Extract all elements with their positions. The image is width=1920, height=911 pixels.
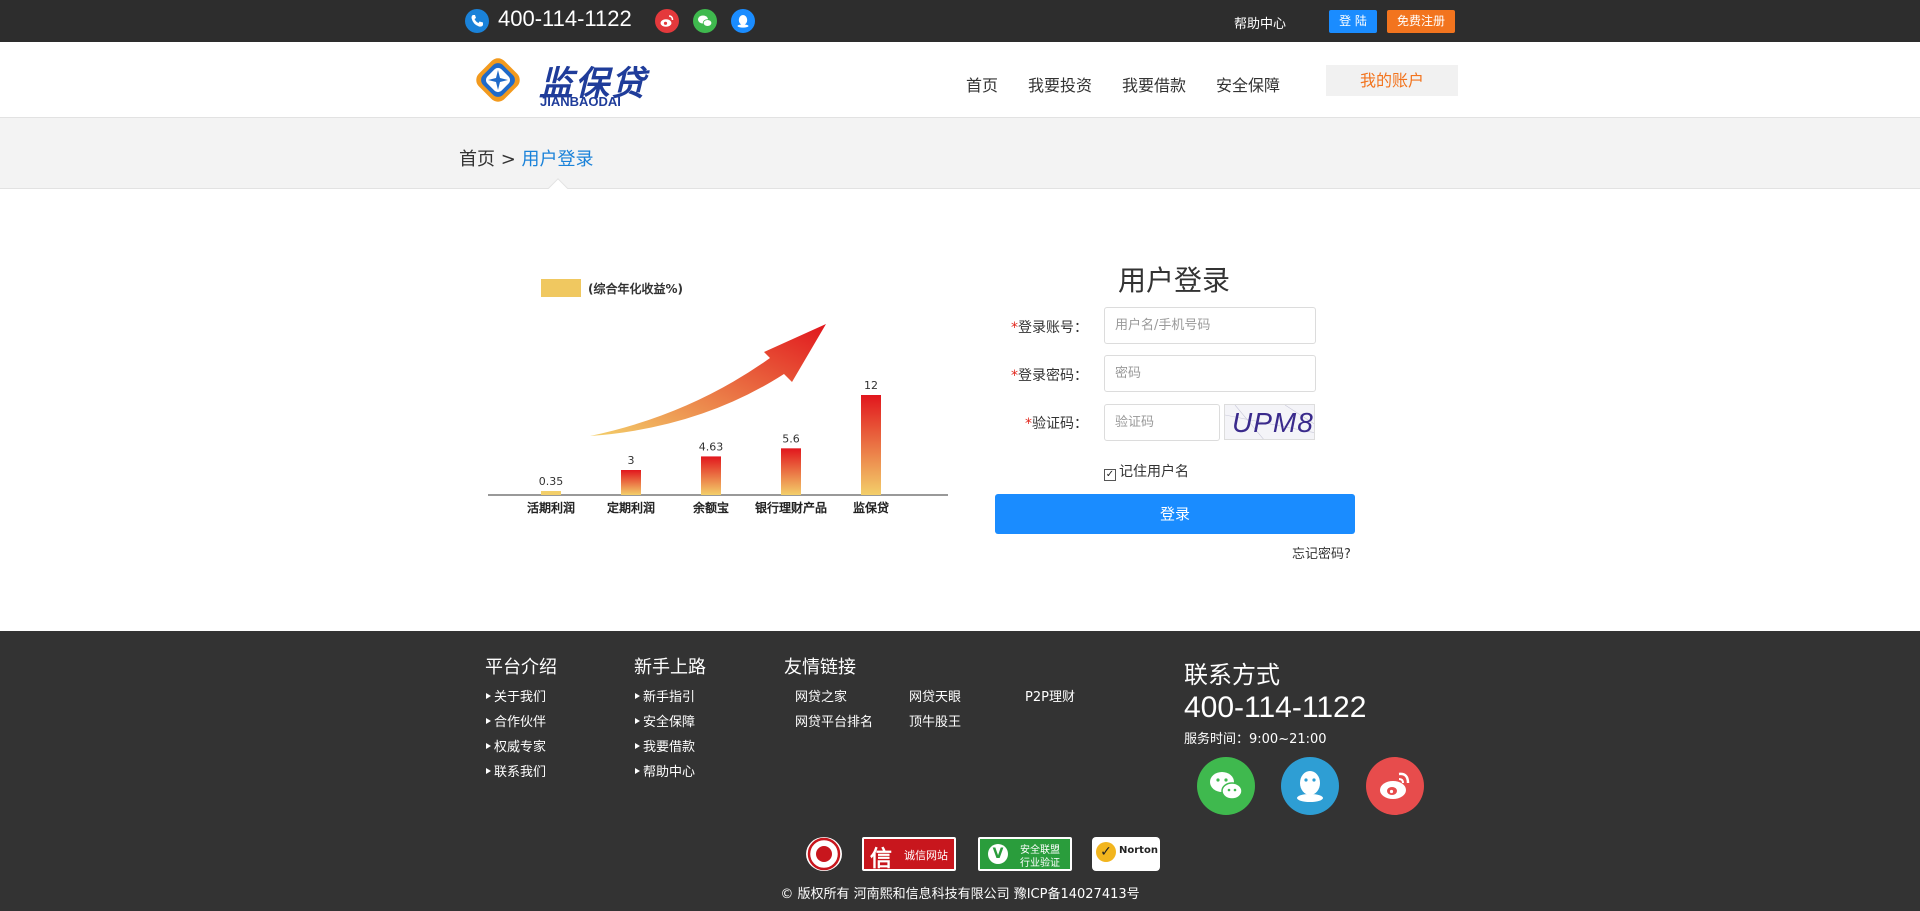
footer-col-platform-title: 平台介绍 [485, 657, 557, 678]
breadcrumb-current: 用户登录 [521, 149, 594, 170]
logo-subtext: JIANBAODAI [540, 94, 621, 109]
account-input[interactable]: 用户名/手机号码 [1104, 307, 1316, 344]
trust-seal-icon[interactable] [806, 837, 842, 871]
footer-link-about[interactable]: 关于我们 [486, 686, 546, 705]
footer-link-guide[interactable]: 新手指引 [635, 686, 695, 705]
footer-link-partners[interactable]: 合作伙伴 [486, 711, 546, 730]
bar-category-label: 定期利润 [607, 500, 655, 515]
bar-2 [701, 456, 721, 495]
bar-category-label: 余额宝 [692, 500, 729, 515]
footer-link-contact[interactable]: 联系我们 [486, 761, 546, 780]
friend-link[interactable]: 网贷平台排名 [795, 711, 873, 730]
nav-invest[interactable]: 我要投资 [1028, 72, 1092, 96]
breadcrumb-pointer [548, 178, 568, 198]
qq-icon[interactable] [731, 9, 755, 33]
footer-col-newbie-title: 新手上路 [634, 657, 706, 678]
account-label: *登录账号： [1011, 320, 1088, 336]
breadcrumb-home[interactable]: 首页 [459, 149, 495, 170]
login-button[interactable]: 登 陆 [1329, 10, 1377, 33]
footer-link-experts[interactable]: 权威专家 [486, 736, 546, 755]
logo-icon[interactable] [470, 52, 526, 108]
friend-link[interactable]: 网贷之家 [795, 686, 847, 705]
bar-0 [541, 491, 561, 495]
credit-site-badge[interactable]: 信 诚信网站 [862, 837, 956, 872]
login-title: 用户登录 [1118, 264, 1231, 297]
site-header: 监保贷 JIANBAODAI 首页 我要投资 我要借款 安全保障 我的账户 [0, 42, 1920, 118]
nav-borrow[interactable]: 我要借款 [1122, 72, 1186, 96]
bar-3 [781, 448, 801, 495]
forgot-password-link[interactable]: 忘记密码? [1292, 543, 1351, 562]
phone-icon [465, 9, 489, 33]
nav-home[interactable]: 首页 [966, 72, 998, 96]
help-center-link[interactable]: 帮助中心 [1234, 13, 1286, 32]
footer-link-help[interactable]: 帮助中心 [635, 761, 695, 780]
security-alliance-badge[interactable]: V 安全联盟 行业验证 [978, 837, 1072, 871]
nav-security[interactable]: 安全保障 [1216, 72, 1280, 96]
legend-label: (综合年化收益%) [588, 281, 683, 296]
breadcrumb: 首页 > 用户登录 [459, 145, 594, 171]
captcha-label: *验证码： [1025, 416, 1088, 432]
top-bar: 400-114-1122 帮助中心 登 陆 免费注册 [0, 0, 1920, 42]
remember-username[interactable]: ✓ 记住用户名 [1104, 461, 1189, 481]
bar-4 [861, 395, 881, 495]
bar-category-label: 监保贷 [853, 500, 889, 515]
wechat-icon[interactable] [1197, 757, 1255, 815]
legend-swatch [541, 279, 581, 297]
contact-phone: 400-114-1122 [1184, 691, 1367, 724]
bar-value-label: 4.63 [699, 440, 724, 453]
top-phone-number: 400-114-1122 [498, 6, 632, 31]
service-hours: 服务时间：9:00~21:00 [1184, 732, 1327, 747]
qq-icon[interactable] [1281, 757, 1339, 815]
norton-secured-badge[interactable]: ✓ Norton [1092, 837, 1160, 871]
footer-friends-title: 友情链接 [784, 657, 856, 678]
friend-link[interactable]: P2P理财 [1025, 686, 1075, 705]
captcha-image[interactable]: UPM8 [1224, 404, 1315, 440]
growth-arrow [590, 324, 826, 436]
bar-category-label: 银行理财产品 [755, 500, 827, 515]
wechat-icon[interactable] [693, 9, 717, 33]
bar-value-label: 12 [864, 379, 878, 392]
friend-link[interactable]: 顶牛股王 [909, 711, 961, 730]
nav-my-account[interactable]: 我的账户 [1326, 65, 1458, 96]
breadcrumb-separator: > [495, 149, 522, 170]
remember-checkbox[interactable]: ✓ [1104, 469, 1116, 481]
bar-value-label: 0.35 [539, 475, 564, 488]
footer-link-borrow[interactable]: 我要借款 [635, 736, 695, 755]
bar-value-label: 3 [628, 454, 635, 467]
bar-category-label: 活期利润 [527, 500, 575, 515]
breadcrumb-band: 首页 > 用户登录 [0, 118, 1920, 198]
contact-title: 联系方式 [1184, 661, 1280, 689]
footer-link-security[interactable]: 安全保障 [635, 711, 695, 730]
bar-1 [621, 470, 641, 495]
friend-link[interactable]: 网贷天眼 [909, 686, 961, 705]
password-input[interactable]: 密码 [1104, 355, 1316, 392]
yield-chart: (综合年化收益%) 0.35 活期利润 3 定期利润 4.63 余额宝 5.6 银行理财产品 1… [488, 279, 948, 515]
weibo-icon[interactable] [655, 9, 679, 33]
copyright: © 版权所有 河南熙和信息科技有限公司 豫ICP备14027413号 [780, 887, 1140, 902]
password-label: *登录密码： [1011, 368, 1088, 384]
remember-label: 记住用户名 [1119, 464, 1189, 480]
captcha-input[interactable]: 验证码 [1104, 404, 1220, 441]
register-button[interactable]: 免费注册 [1387, 10, 1455, 33]
site-footer: 平台介绍 关于我们 合作伙伴 权威专家 联系我们 新手上路 新手指引 安全保障 … [0, 631, 1920, 911]
submit-login-button[interactable]: 登录 [995, 494, 1355, 534]
bar-value-label: 5.6 [782, 432, 800, 445]
weibo-icon[interactable] [1366, 757, 1424, 815]
